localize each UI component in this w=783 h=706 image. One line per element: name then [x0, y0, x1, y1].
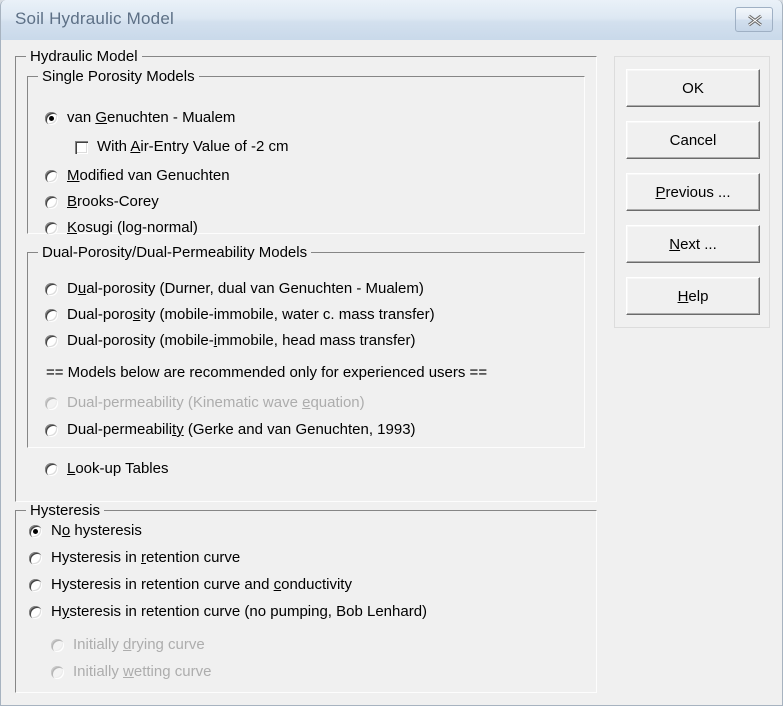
radio-hysteresis-retention-curve[interactable]: Hysteresis in retention curve: [29, 547, 240, 569]
radio-label: No hysteresis: [51, 522, 142, 539]
radio-indicator: [45, 221, 58, 235]
dialog-button-panel: OK Cancel Previous ... Next ... Help: [614, 56, 770, 328]
radio-initially-drying-curve: Initially drying curve: [51, 634, 205, 656]
title-bar: Soil Hydraulic Model: [1, 0, 782, 41]
radio-indicator: [29, 578, 42, 592]
radio-indicator: [45, 396, 58, 410]
radio-label: Dual-permeability (Gerke and van Genucht…: [67, 421, 416, 438]
cancel-button-label: Cancel: [669, 131, 717, 149]
ok-button[interactable]: OK: [626, 69, 760, 107]
radio-indicator: [45, 462, 58, 476]
radio-look-up-tables[interactable]: Look-up Tables: [45, 458, 168, 480]
radio-indicator: [45, 111, 58, 125]
hysteresis-legend: Hysteresis: [26, 502, 105, 519]
radio-dual-porosity-durner[interactable]: Dual-porosity (Durner, dual van Genuchte…: [45, 278, 424, 300]
next-button-label: Next ...: [669, 235, 717, 253]
radio-dual-porosity-head-mass-transfer[interactable]: Dual-porosity (mobile-immobile, head mas…: [45, 330, 415, 352]
radio-indicator: [51, 638, 64, 652]
cancel-button[interactable]: Cancel: [626, 121, 760, 159]
radio-label: Hysteresis in retention curve: [51, 549, 241, 566]
help-button[interactable]: Help: [626, 277, 760, 315]
radio-label: Kosugi (log-normal): [67, 219, 198, 236]
radio-kosugi-log-normal[interactable]: Kosugi (log-normal): [45, 217, 198, 239]
radio-indicator: [29, 524, 42, 538]
radio-indicator: [29, 551, 42, 565]
previous-button[interactable]: Previous ...: [626, 173, 760, 211]
radio-label: Initially wetting curve: [73, 663, 212, 680]
radio-brooks-corey[interactable]: Brooks-Corey: [45, 191, 159, 213]
radio-no-hysteresis[interactable]: No hysteresis: [29, 520, 142, 542]
radio-indicator: [45, 308, 58, 322]
radio-label: Dual-permeability (Kinematic wave equati…: [67, 394, 365, 411]
radio-label: Dual-porosity (mobile-immobile, water c.…: [67, 306, 435, 323]
radio-hysteresis-no-pumping[interactable]: Hysteresis in retention curve (no pumpin…: [29, 601, 427, 623]
checkbox-indicator: [75, 140, 88, 154]
radio-indicator: [45, 195, 58, 209]
radio-dual-permeability-kinematic-wave: Dual-permeability (Kinematic wave equati…: [45, 392, 365, 414]
radio-label: Hysteresis in retention curve and conduc…: [51, 576, 352, 593]
ok-button-label: OK: [682, 79, 704, 97]
checkbox-label: With Air-Entry Value of -2 cm: [97, 138, 289, 155]
radio-hysteresis-retention-conductivity[interactable]: Hysteresis in retention curve and conduc…: [29, 574, 352, 596]
window-title: Soil Hydraulic Model: [15, 9, 174, 28]
next-button[interactable]: Next ...: [626, 225, 760, 263]
radio-label: Initially drying curve: [73, 636, 205, 653]
radio-indicator: [29, 605, 42, 619]
radio-dual-porosity-water-mass-transfer[interactable]: Dual-porosity (mobile-immobile, water c.…: [45, 304, 435, 326]
close-icon: [748, 14, 762, 27]
radio-label: Dual-porosity (Durner, dual van Genuchte…: [67, 280, 424, 297]
soil-hydraulic-model-dialog: Soil Hydraulic Model Hydraulic Model Sin…: [0, 0, 783, 706]
radio-initially-wetting-curve: Initially wetting curve: [51, 661, 211, 683]
radio-indicator: [45, 334, 58, 348]
radio-label: Dual-porosity (mobile-immobile, head mas…: [67, 332, 416, 349]
radio-indicator: [51, 665, 64, 679]
experienced-users-note: == Models below are recommended only for…: [46, 364, 488, 381]
radio-label: van Genuchten - Mualem: [67, 109, 236, 126]
radio-indicator: [45, 282, 58, 296]
radio-indicator: [45, 423, 58, 437]
hydraulic-model-legend: Hydraulic Model: [26, 48, 142, 65]
radio-label: Look-up Tables: [67, 460, 169, 477]
radio-indicator: [45, 169, 58, 183]
dual-porosity-legend: Dual-Porosity/Dual-Permeability Models: [38, 244, 312, 261]
radio-dual-permeability-gerke[interactable]: Dual-permeability (Gerke and van Genucht…: [45, 419, 416, 441]
previous-button-label: Previous ...: [655, 183, 731, 201]
radio-label: Hysteresis in retention curve (no pumpin…: [51, 603, 428, 620]
dialog-client-area: Hydraulic Model Single Porosity Models v…: [1, 40, 782, 705]
radio-van-genuchten-mualem[interactable]: van Genuchten - Mualem: [45, 107, 235, 129]
radio-modified-van-genuchten[interactable]: Modified van Genuchten: [45, 165, 230, 187]
radio-label: Modified van Genuchten: [67, 167, 230, 184]
close-button[interactable]: [735, 7, 773, 32]
single-porosity-legend: Single Porosity Models: [38, 68, 199, 85]
radio-label: Brooks-Corey: [67, 193, 159, 210]
help-button-label: Help: [677, 287, 709, 305]
checkbox-air-entry-value[interactable]: With Air-Entry Value of -2 cm: [75, 136, 288, 158]
